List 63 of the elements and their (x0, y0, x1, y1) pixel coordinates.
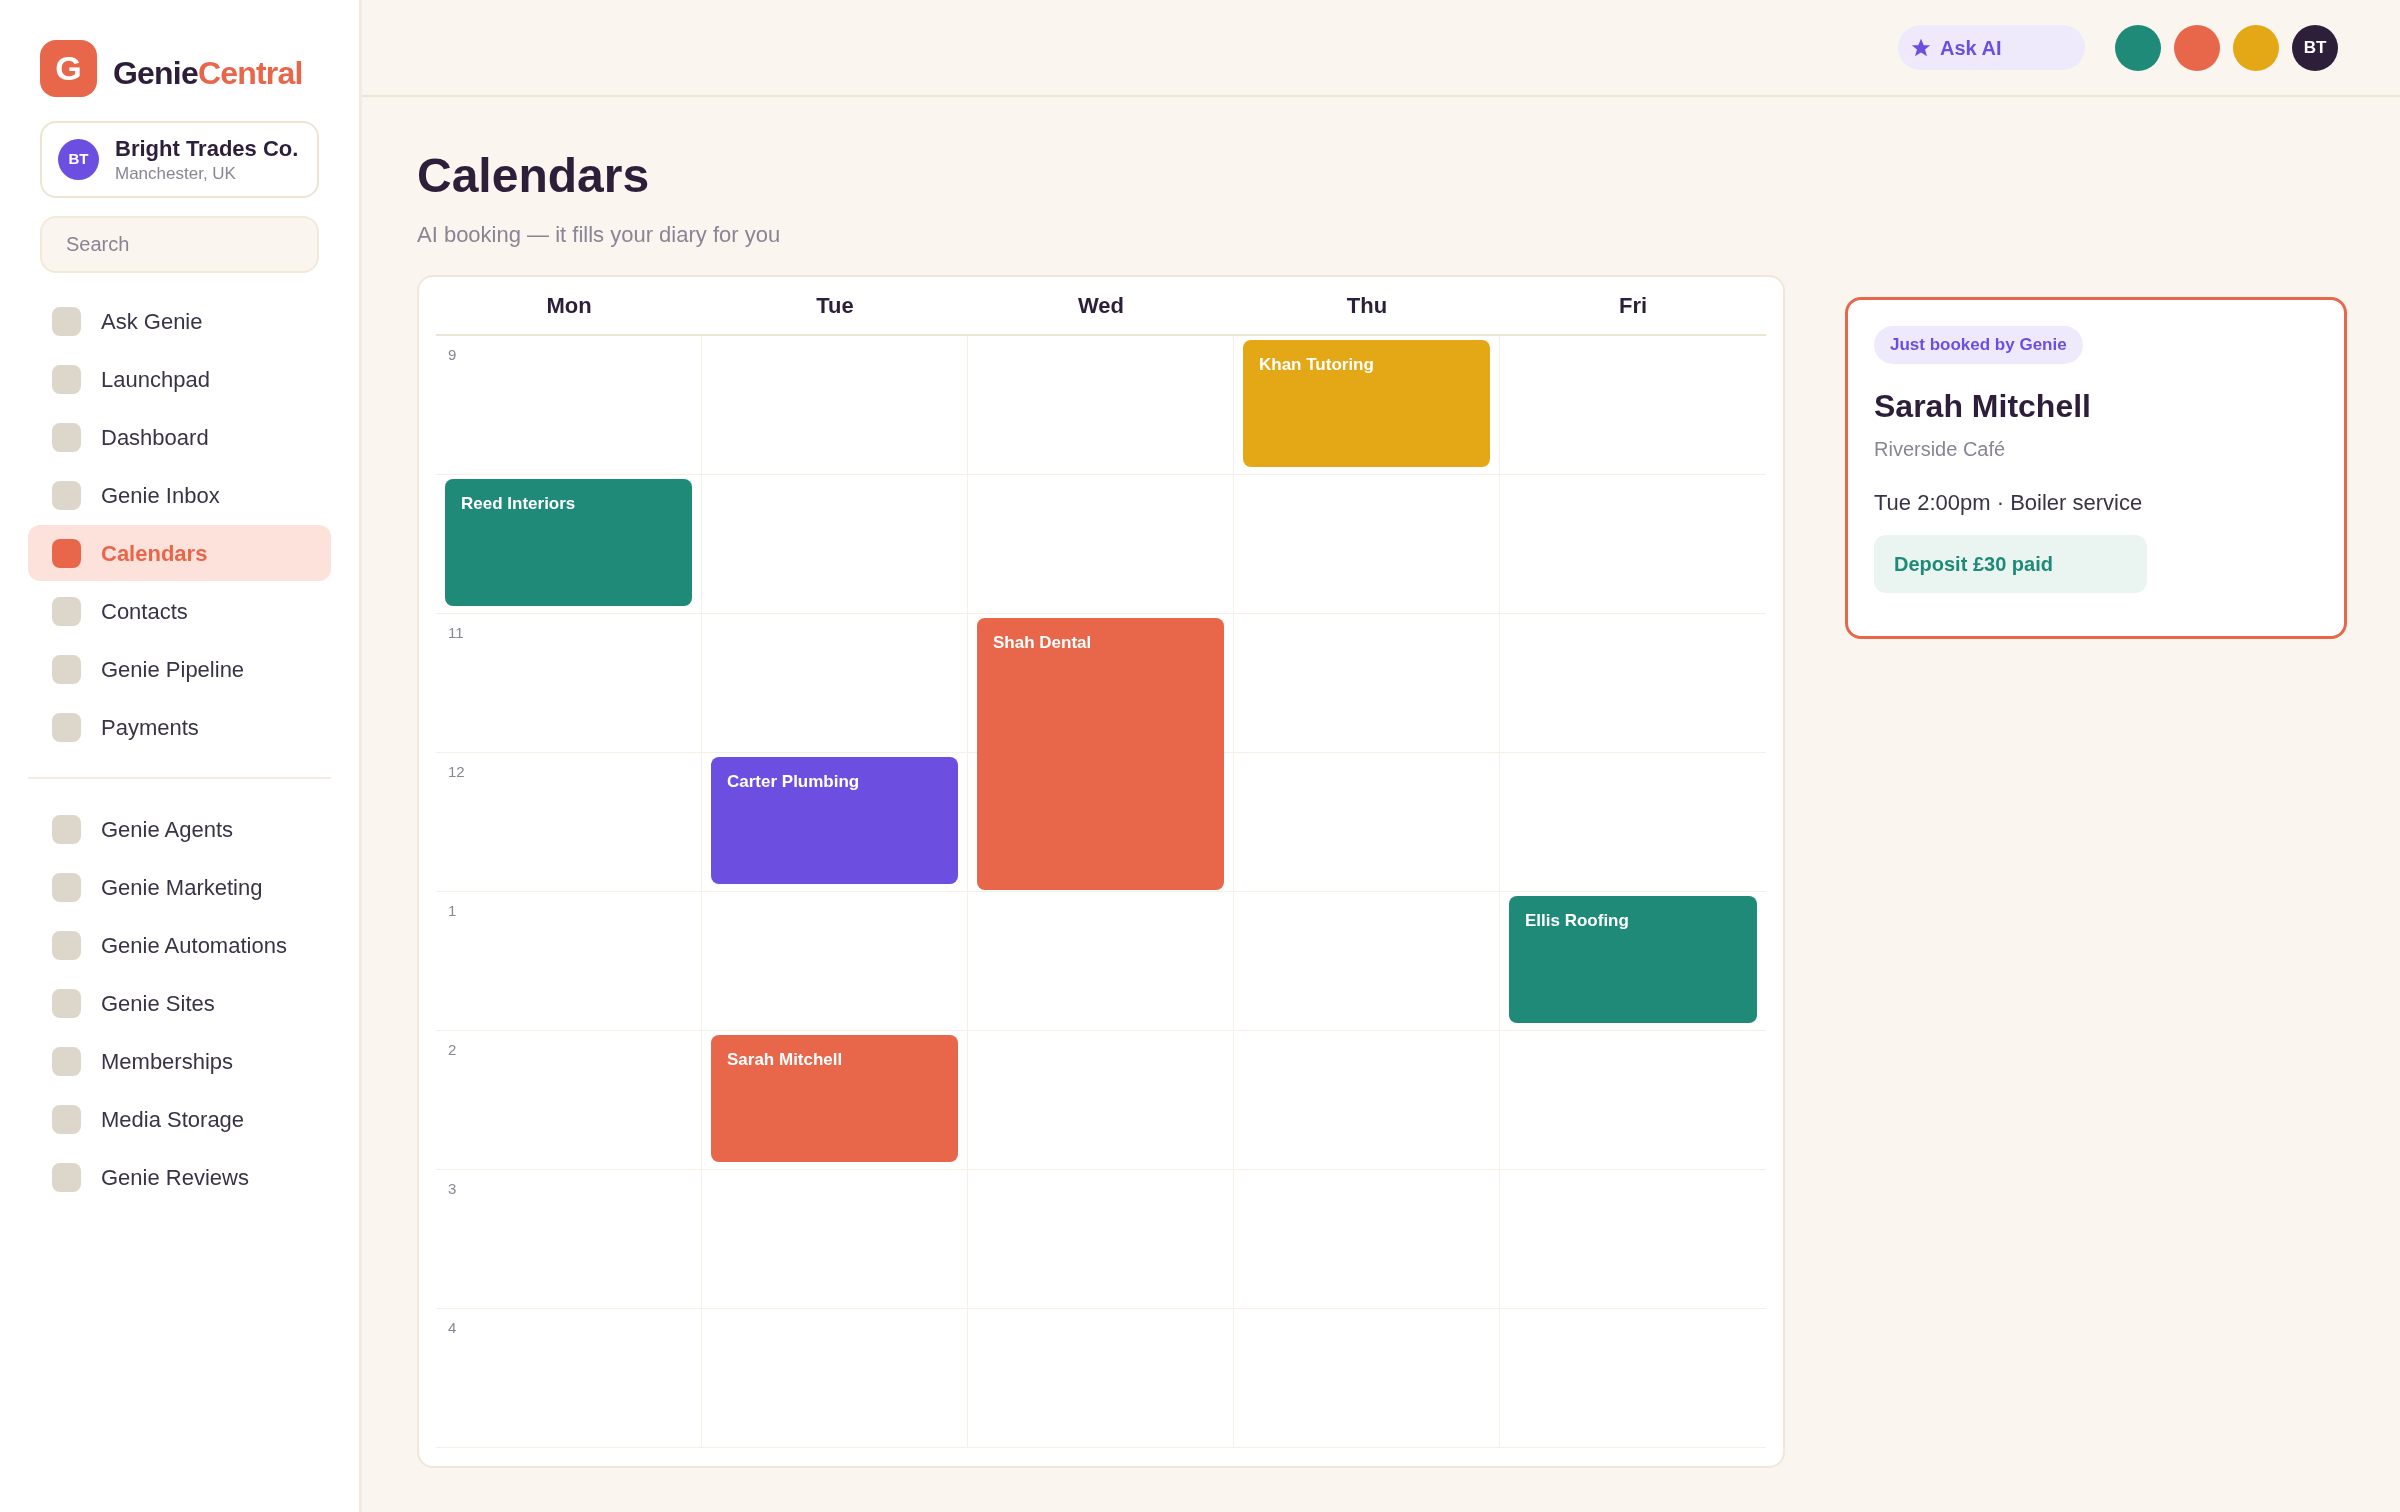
day-header: Thu (1345, 292, 1389, 320)
sidebar-item[interactable]: Genie Sites (28, 975, 331, 1031)
sidebar-item[interactable]: Ask Genie (28, 293, 331, 349)
hour-label: 1 (448, 901, 457, 921)
sidebar-item[interactable]: Launchpad (28, 351, 331, 407)
org-avatar: BT (58, 139, 99, 180)
customer-name: Sarah Mitchell (1874, 386, 2091, 426)
user-avatar[interactable] (2233, 24, 2279, 71)
ask-ai-button[interactable]: Ask AI (1898, 25, 2085, 70)
nav-icon (52, 422, 81, 452)
customer-place: Riverside Café (1874, 436, 2006, 462)
nav-icon (52, 814, 81, 844)
nav-icon (52, 1162, 81, 1192)
sidebar-item[interactable]: Contacts (28, 583, 331, 639)
nav-icon (52, 306, 81, 336)
booked-badge: Just booked by Genie (1874, 326, 2083, 364)
deposit-badge: Deposit £30 paid (1874, 534, 2147, 593)
user-avatar[interactable]: BT (2292, 24, 2338, 71)
nav-icon (52, 1104, 81, 1134)
nav-icon (52, 1046, 81, 1076)
logo-icon: G (40, 40, 97, 97)
day-header: Fri (1617, 292, 1649, 320)
sidebar-item[interactable]: Genie Marketing (28, 859, 331, 915)
org-card[interactable]: BT Bright Trades Co. Manchester, UK (40, 121, 319, 198)
sidebar-item[interactable]: Genie Inbox (28, 467, 331, 523)
sidebar-item[interactable]: Genie Agents (28, 801, 331, 857)
nav-icon (52, 538, 81, 568)
sidebar-item[interactable]: Genie Reviews (28, 1149, 331, 1205)
day-header: Tue (815, 292, 855, 320)
hour-label: 3 (448, 1179, 457, 1199)
nav-icon (52, 988, 81, 1018)
page-title: Calendars (417, 152, 651, 200)
hour-label: 12 (448, 762, 465, 782)
nav-icon (52, 654, 81, 684)
nav-icon (52, 872, 81, 902)
nav-icon (52, 712, 81, 742)
hour-label: 11 (448, 623, 464, 643)
calendar-event[interactable]: Carter Plumbing (711, 757, 958, 884)
search-field[interactable]: Search (40, 216, 319, 273)
sidebar-item[interactable]: Media Storage (28, 1091, 331, 1147)
sidebar-item[interactable]: Payments (28, 699, 331, 755)
day-header: Wed (1076, 292, 1125, 320)
booking-time: Tue 2:00pm · Boiler service (1874, 488, 2143, 517)
org-name: Bright Trades Co. (115, 135, 299, 163)
hour-label: 4 (448, 1318, 457, 1338)
nav-icon (52, 364, 81, 394)
page-subtitle: AI booking — it fills your diary for you (417, 221, 782, 249)
calendar-event[interactable]: Reed Interiors (445, 479, 692, 606)
nav-icon (52, 596, 81, 626)
hour-label: 9 (448, 345, 457, 365)
org-location: Manchester, UK (115, 162, 237, 184)
sidebar-item[interactable]: Memberships (28, 1033, 331, 1089)
calendar-event[interactable]: Ellis Roofing (1509, 896, 1757, 1023)
sidebar-item[interactable]: Genie Automations (28, 917, 331, 973)
user-avatar[interactable] (2115, 24, 2161, 71)
sidebar-item[interactable]: Dashboard (28, 409, 331, 465)
user-avatar[interactable] (2174, 24, 2220, 71)
hour-label: 2 (448, 1040, 457, 1060)
sidebar-item[interactable]: Genie Pipeline (28, 641, 331, 697)
nav-icon (52, 480, 81, 510)
nav-icon (52, 930, 81, 960)
day-header: Mon (545, 292, 593, 320)
brand-name: GenieCentral (113, 53, 303, 93)
